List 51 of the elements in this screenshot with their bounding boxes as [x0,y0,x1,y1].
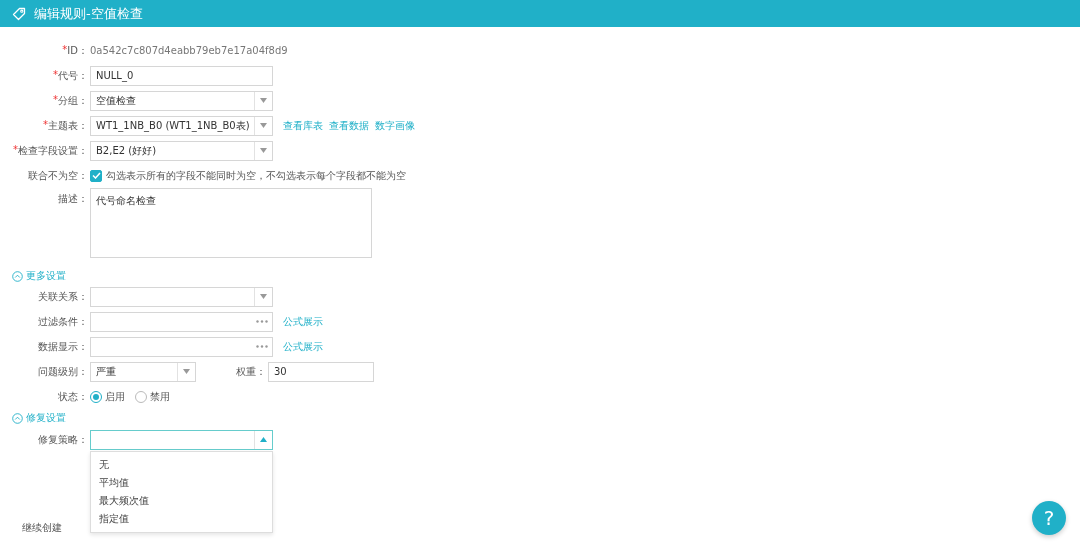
caret-down-icon [260,98,267,103]
field-label: 状态： [58,389,88,404]
field-label: 问题级别： [38,364,88,379]
caret-up-icon [260,437,267,442]
required-mark: * [62,43,68,57]
checkbox[interactable] [90,169,102,182]
field-label: 检查字段设置： [18,143,88,158]
description-field[interactable]: 代号命名检查 [90,188,372,258]
formula-field[interactable] [90,336,273,357]
required-mark: * [43,118,48,132]
id-value: 0a542c7c807d4eabb79eb7e17a04f8d9 [90,45,288,56]
caret-down-icon [260,148,267,153]
field-label: ID： [67,43,88,58]
field-label: 代号： [58,68,88,83]
caret-down-icon [183,369,190,374]
continue-label: 继续创建 [22,522,62,533]
field-label: 修复策略： [38,432,88,447]
caret-down-icon [260,294,267,299]
more-icon[interactable] [256,345,268,348]
menu-item[interactable]: 平均值 [91,473,272,492]
menu-item[interactable]: 无 [91,455,272,474]
required-mark: * [53,93,58,105]
checkbox-description: 勾选表示所有的字段不能同时为空，不勾选表示每个字段都不能为空 [106,168,406,183]
required-mark: * [53,68,58,82]
menu-item[interactable]: 最大频次值 [91,491,272,510]
more-icon[interactable] [256,320,268,323]
select-field[interactable] [90,286,273,307]
formula-field[interactable] [90,311,273,332]
field-label: 联合不为空： [28,168,88,183]
field-label: 权重： [236,364,266,379]
input-field[interactable]: NULL_0 [90,65,273,86]
field-label: 主题表： [48,118,88,133]
select-field[interactable]: 严重 [90,361,196,382]
select-field[interactable]: WT1_1NB_B0 (WT1_1NB_B0表) [90,115,273,136]
collapse-icon[interactable] [12,270,23,282]
field-label: 分组： [58,93,88,108]
radio-label: 禁用 [150,389,170,404]
window-title: 编辑规则-空值检查 [34,4,143,23]
field-label: 描述： [58,192,88,206]
field-label: 关联关系： [38,289,88,304]
field-label: 过滤条件： [38,314,88,329]
field-label: 数据显示： [38,339,88,354]
collapse-icon[interactable] [12,412,23,424]
input-field[interactable]: 30 [268,361,374,382]
tag-icon [12,6,26,21]
required-mark: * [13,143,18,157]
select-field[interactable]: 空值检查 [90,90,273,111]
caret-down-icon [260,123,267,128]
menu-item[interactable]: 指定值 [91,509,272,528]
radio-label: 启用 [105,389,125,404]
select-field[interactable]: B2,E2 (好好) [90,140,273,161]
